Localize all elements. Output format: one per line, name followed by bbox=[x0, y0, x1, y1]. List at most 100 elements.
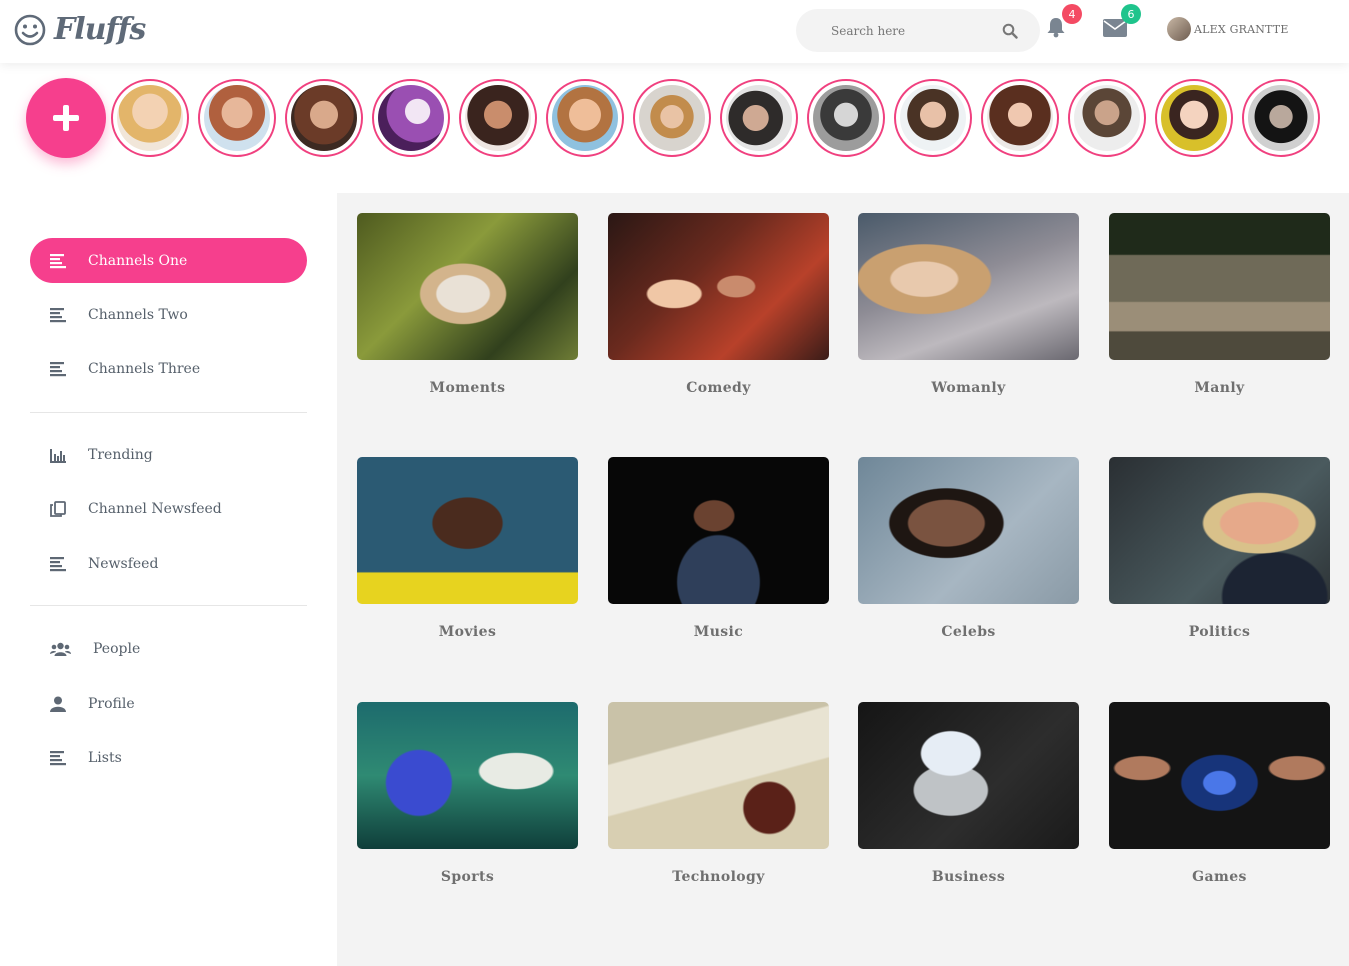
story-avatar[interactable] bbox=[894, 79, 972, 157]
channel-card-manly[interactable]: Manly bbox=[1109, 213, 1330, 396]
channel-label: Music bbox=[693, 624, 744, 640]
story-avatar[interactable] bbox=[111, 79, 189, 157]
channel-card-music[interactable]: Music bbox=[608, 457, 829, 640]
bar-chart-icon bbox=[50, 448, 66, 463]
story-photo bbox=[465, 85, 531, 151]
channel-card-comedy[interactable]: Comedy bbox=[608, 213, 829, 396]
sidebar-item-channels-three[interactable]: Channels Three bbox=[30, 346, 307, 391]
channel-card-games[interactable]: Games bbox=[1109, 702, 1330, 885]
sidebar-item-label: Profile bbox=[88, 695, 135, 712]
sidebar-item-label: Channels Two bbox=[88, 306, 188, 323]
story-photo bbox=[117, 85, 183, 151]
list-icon bbox=[50, 361, 66, 376]
channel-label: Sports bbox=[440, 869, 495, 885]
user-menu[interactable]: ALEX GRANTTE bbox=[1167, 17, 1289, 41]
sidebar-item-trending[interactable]: Trending bbox=[30, 432, 307, 477]
message-badge: 6 bbox=[1121, 4, 1141, 24]
channel-thumbnail bbox=[1109, 213, 1330, 360]
story-avatar[interactable] bbox=[1155, 79, 1233, 157]
channel-card-business[interactable]: Business bbox=[858, 702, 1079, 885]
channel-card-politics[interactable]: Politics bbox=[1109, 457, 1330, 640]
sidebar: Channels One Channels Two Channels Three… bbox=[0, 193, 337, 966]
story-avatar[interactable] bbox=[1242, 79, 1320, 157]
channel-label: Technology bbox=[672, 869, 765, 885]
story-avatar[interactable] bbox=[546, 79, 624, 157]
sidebar-divider bbox=[30, 412, 307, 413]
channel-card-womanly[interactable]: Womanly bbox=[858, 213, 1079, 396]
sidebar-item-label: Lists bbox=[88, 749, 122, 766]
list-icon bbox=[50, 253, 66, 268]
story-avatar[interactable] bbox=[198, 79, 276, 157]
sidebar-item-label: Channel Newsfeed bbox=[88, 500, 222, 517]
story-avatar[interactable] bbox=[285, 79, 363, 157]
channel-label: Womanly bbox=[931, 380, 1006, 396]
sidebar-item-profile[interactable]: Profile bbox=[30, 681, 307, 726]
channel-grid: Moments Comedy Womanly Manly Movies Musi… bbox=[337, 193, 1349, 966]
story-avatar[interactable] bbox=[720, 79, 798, 157]
channel-label: Manly bbox=[1194, 380, 1245, 396]
channel-label: Movies bbox=[438, 624, 497, 640]
plus-icon bbox=[53, 105, 79, 131]
channel-label: Business bbox=[931, 869, 1006, 885]
notification-badge: 4 bbox=[1062, 4, 1082, 24]
story-avatar[interactable] bbox=[633, 79, 711, 157]
channel-card-technology[interactable]: Technology bbox=[608, 702, 829, 885]
channel-thumbnail bbox=[608, 213, 829, 360]
smiley-icon bbox=[14, 14, 46, 45]
channel-card-moments[interactable]: Moments bbox=[357, 213, 578, 396]
channel-card-movies[interactable]: Movies bbox=[357, 457, 578, 640]
sidebar-item-label: Channels One bbox=[88, 252, 188, 269]
sidebar-divider bbox=[30, 605, 307, 606]
story-photo bbox=[1074, 85, 1140, 151]
channel-thumbnail bbox=[858, 702, 1079, 849]
sidebar-item-label: Trending bbox=[88, 446, 153, 463]
story-avatar[interactable] bbox=[807, 79, 885, 157]
story-photo bbox=[900, 85, 966, 151]
channel-thumbnail bbox=[608, 702, 829, 849]
story-photo bbox=[1248, 85, 1314, 151]
story-photo bbox=[813, 85, 879, 151]
channel-label: Moments bbox=[429, 380, 506, 396]
add-story-button[interactable] bbox=[26, 78, 106, 158]
channel-thumbnail bbox=[357, 457, 578, 604]
top-header: Fluffs 4 6 ALEX GRANTTE bbox=[0, 0, 1349, 63]
story-photo bbox=[204, 85, 270, 151]
story-avatar[interactable] bbox=[1068, 79, 1146, 157]
logo[interactable]: Fluffs bbox=[14, 12, 146, 47]
sidebar-item-lists[interactable]: Lists bbox=[30, 735, 307, 780]
story-photo bbox=[987, 85, 1053, 151]
channel-thumbnail bbox=[357, 702, 578, 849]
sidebar-item-label: Channels Three bbox=[88, 360, 201, 377]
channel-card-celebs[interactable]: Celebs bbox=[858, 457, 1079, 640]
story-photo bbox=[639, 85, 705, 151]
channel-thumbnail bbox=[858, 457, 1079, 604]
channel-label: Games bbox=[1192, 869, 1247, 885]
sidebar-item-label: Newsfeed bbox=[88, 555, 159, 572]
channel-thumbnail bbox=[1109, 457, 1330, 604]
sidebar-item-people[interactable]: People bbox=[30, 626, 307, 671]
users-icon bbox=[50, 642, 71, 656]
story-avatar[interactable] bbox=[981, 79, 1059, 157]
sidebar-item-channel-newsfeed[interactable]: Channel Newsfeed bbox=[30, 486, 307, 531]
story-avatar[interactable] bbox=[372, 79, 450, 157]
story-photo bbox=[726, 85, 792, 151]
search-icon[interactable] bbox=[1002, 23, 1018, 39]
user-icon bbox=[50, 696, 66, 712]
logo-text: Fluffs bbox=[54, 12, 146, 47]
story-photo bbox=[552, 85, 618, 151]
sidebar-item-channels-two[interactable]: Channels Two bbox=[30, 292, 307, 337]
sidebar-item-channels-one[interactable]: Channels One bbox=[30, 238, 307, 283]
stories-bar bbox=[0, 63, 1349, 193]
envelope-icon[interactable] bbox=[1103, 19, 1127, 37]
channel-thumbnail bbox=[1109, 702, 1330, 849]
story-avatar[interactable] bbox=[459, 79, 537, 157]
search-input[interactable] bbox=[831, 23, 991, 38]
story-photo bbox=[1161, 85, 1227, 151]
list-icon bbox=[50, 556, 66, 571]
channel-card-sports[interactable]: Sports bbox=[357, 702, 578, 885]
channel-label: Comedy bbox=[686, 380, 751, 396]
channel-thumbnail bbox=[357, 213, 578, 360]
channel-label: Celebs bbox=[941, 624, 996, 640]
sidebar-item-label: People bbox=[93, 640, 141, 657]
sidebar-item-newsfeed[interactable]: Newsfeed bbox=[30, 541, 307, 586]
